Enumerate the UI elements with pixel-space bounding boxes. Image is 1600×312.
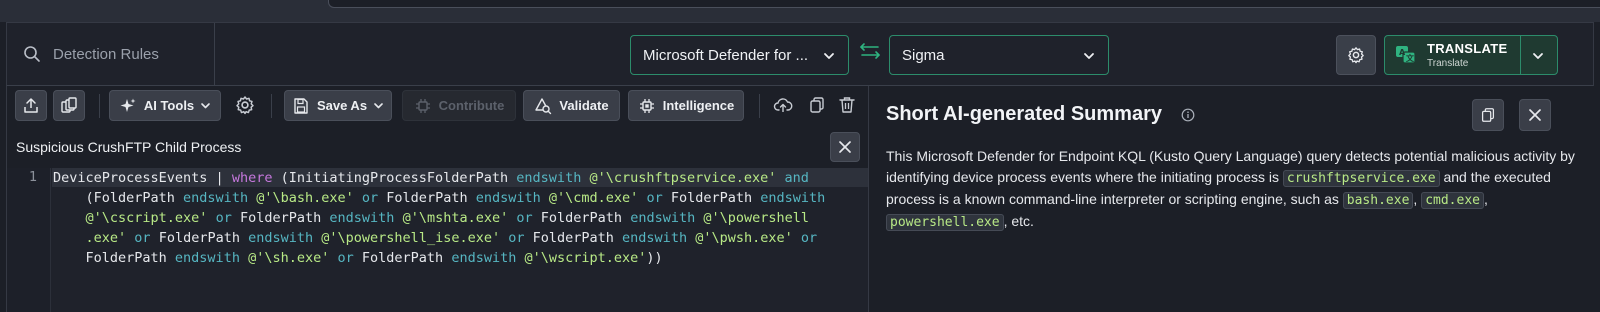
contribute-label: Contribute xyxy=(438,98,505,113)
target-platform-value: Sigma xyxy=(902,46,945,64)
chip-icon xyxy=(415,98,430,113)
line-number: 1 xyxy=(28,169,37,185)
upload-icon xyxy=(24,97,38,113)
code-editor[interactable]: 1 DeviceProcessEvents | where (Initiatin… xyxy=(7,168,869,312)
editor-toolbar: AI Tools Save As Contribute Validate Int… xyxy=(7,86,869,126)
line-gutter: 1 xyxy=(7,168,51,312)
code-line: (FolderPath endswith @'\bash.exe' or Fol… xyxy=(53,190,826,206)
gear-icon[interactable] xyxy=(235,95,255,115)
summary-title: Short AI-generated Summary xyxy=(886,103,1162,125)
validate-icon xyxy=(535,97,552,114)
code-chip: cmd.exe xyxy=(1421,192,1484,209)
toolbar-divider xyxy=(759,94,760,118)
ai-tools-button[interactable]: AI Tools xyxy=(109,90,221,121)
upload-button[interactable] xyxy=(15,90,47,121)
summary-text: This Microsoft Defender for Endpoint KQL… xyxy=(886,146,1576,233)
save-icon xyxy=(294,97,308,114)
chevron-down-icon xyxy=(824,53,834,59)
search-icon xyxy=(24,46,40,62)
summary-text-part: , etc. xyxy=(1003,213,1034,229)
svg-text:A: A xyxy=(1399,48,1406,57)
chevron-down-icon[interactable] xyxy=(1531,49,1545,63)
info-icon[interactable] xyxy=(1181,108,1195,122)
ai-tools-label: AI Tools xyxy=(143,98,195,113)
cloud-upload-icon[interactable] xyxy=(773,95,793,115)
validate-button[interactable]: Validate xyxy=(523,90,620,121)
copy-icon[interactable] xyxy=(807,95,827,115)
close-icon xyxy=(1529,109,1541,121)
chip-icon xyxy=(639,98,654,113)
close-rule-button[interactable] xyxy=(830,132,860,162)
editor-panel: AI Tools Save As Contribute Validate Int… xyxy=(6,86,869,312)
tab-edge xyxy=(328,0,1600,8)
code-line: @'\cscript.exe' or FolderPath endswith @… xyxy=(85,210,810,226)
translate-divider xyxy=(1520,36,1521,74)
chevron-down-icon xyxy=(201,103,210,109)
close-icon xyxy=(839,141,851,153)
target-platform-select[interactable]: Sigma xyxy=(889,35,1109,75)
header-bar: Detection Rules Microsoft Defender for .… xyxy=(6,22,1594,86)
code-line: .exe' or FolderPath endswith @'\powershe… xyxy=(85,230,818,246)
code-line: DeviceProcessEvents | where (InitiatingP… xyxy=(53,170,809,186)
copy-files-button[interactable] xyxy=(53,90,85,121)
code-chip: crushftpservice.exe xyxy=(1282,170,1440,187)
translate-button[interactable]: A文 TRANSLATE Translate xyxy=(1384,35,1558,75)
svg-text:文: 文 xyxy=(1406,53,1415,63)
chevron-down-icon xyxy=(1084,53,1094,59)
intelligence-label: Intelligence xyxy=(662,98,735,113)
rule-title-row: Suspicious CrushFTP Child Process xyxy=(7,128,869,166)
swap-arrows-icon[interactable] xyxy=(859,41,881,61)
search-input[interactable]: Detection Rules xyxy=(53,46,159,63)
source-platform-value: Microsoft Defender for ... xyxy=(643,46,809,64)
translate-icon: A文 xyxy=(1396,46,1416,64)
search-box[interactable]: Detection Rules xyxy=(7,23,215,85)
translate-sublabel: Translate xyxy=(1427,58,1469,69)
code-chip: bash.exe xyxy=(1342,192,1414,209)
top-strip xyxy=(0,0,1600,22)
summary-separator: , xyxy=(1483,191,1488,207)
toolbar-divider xyxy=(271,94,272,118)
trash-icon[interactable] xyxy=(837,95,857,115)
source-platform-select[interactable]: Microsoft Defender for ... xyxy=(630,35,849,75)
summary-panel: Short AI-generated Summary This Microsof… xyxy=(868,86,1594,312)
app-root: Detection Rules Microsoft Defender for .… xyxy=(0,0,1600,312)
close-summary-button[interactable] xyxy=(1519,99,1551,131)
sparkle-icon xyxy=(120,98,136,112)
rule-title[interactable]: Suspicious CrushFTP Child Process xyxy=(16,139,241,155)
translate-label: TRANSLATE xyxy=(1427,41,1508,56)
settings-button[interactable] xyxy=(1336,35,1376,75)
contribute-button[interactable]: Contribute xyxy=(402,90,516,121)
gear-icon xyxy=(1348,47,1364,64)
copy-summary-button[interactable] xyxy=(1472,99,1504,131)
save-as-label: Save As xyxy=(316,98,368,113)
copy-files-icon xyxy=(61,96,77,113)
validate-label: Validate xyxy=(559,98,609,113)
save-as-button[interactable]: Save As xyxy=(284,90,392,121)
code-line: FolderPath endswith @'\sh.exe' or Folder… xyxy=(53,250,663,266)
toolbar-divider xyxy=(99,94,100,118)
code-chip: powershell.exe xyxy=(886,214,1004,231)
chevron-down-icon xyxy=(374,103,383,109)
copy-icon xyxy=(1481,108,1495,122)
intelligence-button[interactable]: Intelligence xyxy=(628,90,744,121)
